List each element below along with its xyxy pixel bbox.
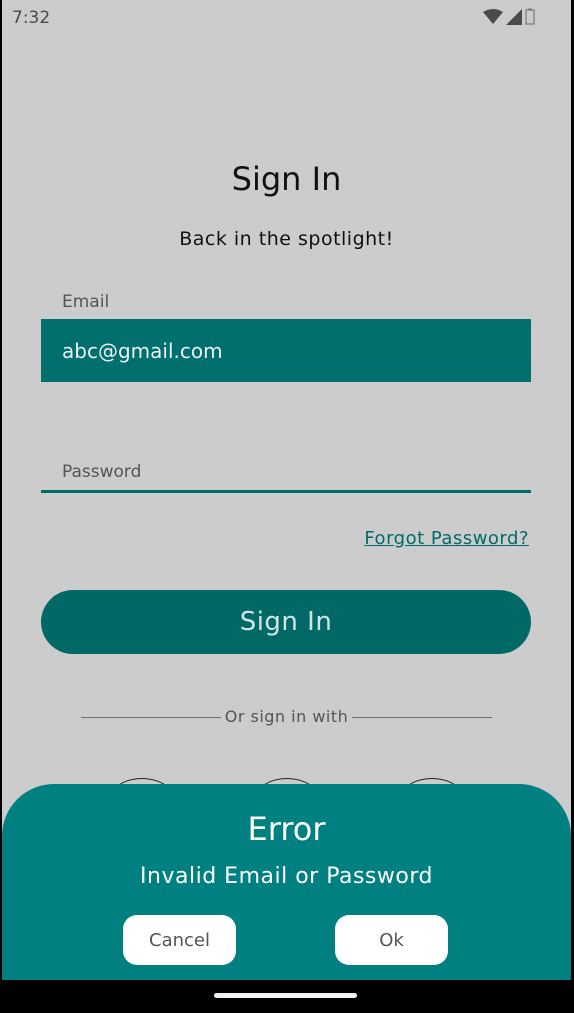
email-field[interactable]: abc@gmail.com	[41, 319, 531, 382]
status-icons	[483, 8, 535, 25]
navigation-bar	[0, 980, 574, 1013]
cancel-button[interactable]: Cancel	[123, 915, 236, 965]
error-dialog: Error Invalid Email or Password Cancel O…	[2, 784, 571, 980]
password-underline	[41, 490, 531, 493]
email-label: Email	[62, 292, 110, 312]
page-title: Sign In	[231, 160, 342, 198]
sign-in-button[interactable]: Sign In	[41, 590, 531, 654]
error-title: Error	[247, 810, 326, 848]
home-indicator[interactable]	[214, 993, 357, 998]
ok-button[interactable]: Ok	[335, 915, 448, 965]
error-message: Invalid Email or Password	[140, 864, 433, 889]
page-subtitle: Back in the spotlight!	[179, 228, 394, 250]
wifi-icon	[483, 8, 503, 25]
sign-in-screen: 7:32 Sign In Back in the spotlight! Emai…	[2, 0, 571, 980]
forgot-password-link[interactable]: Forgot Password?	[364, 528, 529, 549]
status-time: 7:32	[12, 8, 51, 28]
password-field[interactable]: Password	[62, 462, 141, 482]
status-bar: 7:32	[2, 0, 571, 36]
signal-icon	[506, 8, 522, 25]
sign-in-button-label: Sign In	[239, 607, 333, 637]
email-value: abc@gmail.com	[62, 338, 223, 363]
divider-text: Or sign in with	[2, 707, 571, 726]
battery-icon	[525, 8, 535, 25]
